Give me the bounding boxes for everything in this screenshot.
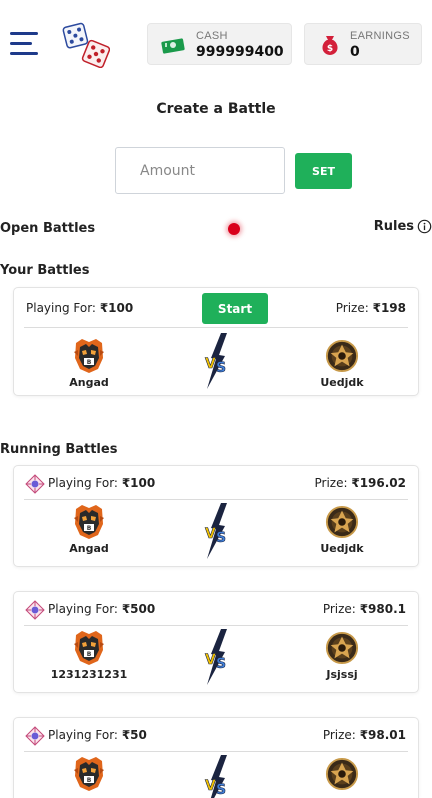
versus-lightning-icon [201, 628, 231, 686]
playing-for-label: Playing For: [48, 728, 118, 742]
ludo-mini-logo-icon [25, 726, 45, 746]
prize-amount: ₹980.1 [359, 602, 406, 616]
player-left-name: Angad [69, 376, 109, 389]
versus-lightning-icon [201, 332, 231, 390]
card-divider [24, 751, 408, 752]
playing-for: Playing For: ₹100 [48, 476, 155, 490]
app-header: CASH 999999400 $ EARNINGS 0 [0, 0, 432, 82]
create-battle-title: Create a Battle [156, 101, 276, 117]
hamburger-menu-icon[interactable] [10, 32, 38, 56]
ludo-mini-logo-icon [25, 600, 45, 620]
player-right: Uedjdk [282, 338, 402, 389]
playing-for-label: Playing For: [48, 476, 118, 490]
player-right-name: Jsjssj [326, 668, 358, 681]
running-battle-card: Playing For: ₹50 Prize: ₹98.01 [13, 717, 419, 798]
playing-for-amount: ₹100 [99, 301, 134, 315]
tiger-avatar-icon [72, 756, 106, 792]
player-right-name: Uedjdk [320, 376, 364, 389]
rules-link[interactable]: Rules [374, 219, 432, 234]
playing-for-amount: ₹100 [121, 476, 156, 490]
player-left [29, 756, 149, 792]
start-button[interactable]: Start [202, 293, 268, 324]
open-battles-heading: Open Battles [0, 221, 96, 236]
tiger-avatar-icon [72, 504, 106, 540]
prize-amount: ₹198 [372, 301, 406, 315]
card-divider [24, 499, 408, 500]
cash-label: CASH [196, 30, 228, 42]
versus-lightning-icon [201, 502, 231, 560]
prize-amount: ₹196.02 [351, 476, 406, 490]
player-right-name: Uedjdk [320, 542, 364, 555]
prize: Prize: ₹98.01 [323, 728, 406, 742]
playing-for-label: Playing For: [48, 602, 118, 616]
earnings-wallet[interactable]: $ EARNINGS 0 [304, 23, 422, 65]
live-indicator-dot [228, 223, 240, 235]
player-left: Angad [29, 504, 149, 555]
running-battle-card: Playing For: ₹100 Prize: ₹196.02 Angad U… [13, 465, 419, 567]
tiger-avatar-icon [72, 630, 106, 666]
warrior-emblem-avatar-icon [325, 504, 359, 540]
your-battle-card: Playing For: ₹100 Start Prize: ₹198 Anga… [13, 287, 419, 396]
player-right: Uedjdk [282, 504, 402, 555]
earnings-value: 0 [350, 44, 360, 60]
player-left: 1231231231 [29, 630, 149, 681]
playing-for-amount: ₹50 [121, 728, 147, 742]
earnings-label: EARNINGS [350, 30, 410, 42]
player-left-name: Angad [69, 542, 109, 555]
warrior-emblem-avatar-icon [325, 630, 359, 666]
rules-label: Rules [373, 219, 414, 234]
prize-label: Prize: [314, 476, 348, 490]
amount-input[interactable] [115, 147, 285, 194]
ludo-mini-logo-icon [25, 474, 45, 494]
running-battle-card: Playing For: ₹500 Prize: ₹980.1 12312312… [13, 591, 419, 693]
player-left-name: 1231231231 [50, 668, 128, 681]
money-bag-icon: $ [322, 36, 338, 55]
versus-lightning-icon [201, 754, 231, 798]
playing-for: Playing For: ₹50 [48, 728, 147, 742]
prize-label: Prize: [335, 301, 369, 315]
cash-icon [161, 38, 185, 54]
player-left: Angad [29, 338, 149, 389]
cash-value: 999999400 [196, 44, 284, 60]
warrior-emblem-avatar-icon [325, 338, 359, 374]
dice-logo[interactable] [62, 22, 110, 68]
card-divider [24, 625, 408, 626]
prize: Prize: ₹198 [336, 301, 406, 315]
playing-for: Playing For: ₹100 [26, 301, 133, 315]
info-icon [417, 219, 432, 234]
card-divider [24, 327, 408, 328]
playing-for-amount: ₹500 [121, 602, 156, 616]
set-button[interactable]: SET [295, 153, 352, 189]
running-battles-heading: Running Battles [0, 442, 118, 457]
player-right [282, 756, 402, 792]
playing-for: Playing For: ₹500 [48, 602, 155, 616]
warrior-emblem-avatar-icon [325, 756, 359, 792]
playing-for-label: Playing For: [26, 301, 96, 315]
tiger-avatar-icon [72, 338, 106, 374]
your-battles-heading: Your Battles [0, 263, 90, 278]
prize: Prize: ₹980.1 [323, 602, 406, 616]
open-battles-row: Open Battles Rules [0, 219, 432, 239]
prize-amount: ₹98.01 [359, 728, 406, 742]
cash-wallet[interactable]: CASH 999999400 [147, 23, 292, 65]
player-right: Jsjssj [282, 630, 402, 681]
prize-label: Prize: [322, 728, 356, 742]
prize: Prize: ₹196.02 [314, 476, 406, 490]
prize-label: Prize: [322, 602, 356, 616]
svg-text:$: $ [327, 44, 333, 54]
